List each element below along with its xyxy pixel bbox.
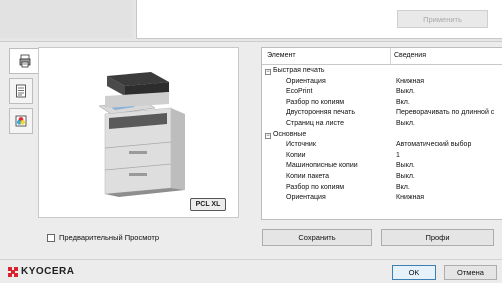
tab-strip: [9, 48, 39, 138]
settings-table[interactable]: Элемент Сведения − Быстрая печать Ориентац…: [261, 47, 502, 220]
setting-value: Выкл.: [396, 172, 415, 180]
printer-preview: [38, 47, 239, 218]
setting-value: 1: [396, 151, 400, 159]
table-row[interactable]: Ориентация Книжная: [262, 78, 502, 89]
group-row[interactable]: − Основные: [262, 131, 502, 142]
column-header-element[interactable]: Элемент: [267, 52, 296, 59]
cancel-button[interactable]: Отмена: [444, 265, 497, 280]
setting-value: Выкл.: [396, 119, 415, 127]
table-row[interactable]: Разбор по копиям Вкл.: [262, 184, 502, 195]
kyocera-logo: KYOCERA: [8, 266, 75, 277]
preview-checkbox-label: Предварительный Просмотр: [59, 233, 159, 242]
setting-name: Страниц на листе: [286, 119, 344, 127]
setting-name: Копии пакета: [286, 172, 330, 180]
group-row[interactable]: − Быстрая печать: [262, 67, 502, 78]
preview-checkbox-row[interactable]: Предварительный Просмотр: [47, 233, 159, 242]
setting-name: Машинописные копии: [286, 162, 358, 170]
multifunction-printer-image: [98, 72, 185, 197]
setting-value: Вкл.: [396, 98, 410, 106]
table-row[interactable]: Источник Автоматический выбор: [262, 141, 502, 152]
setting-name: Разбор по копиям: [286, 98, 345, 106]
top-separator: [0, 41, 502, 42]
setting-name: Ориентация: [286, 194, 326, 202]
table-row[interactable]: Разбор по копиям Вкл.: [262, 99, 502, 110]
table-row[interactable]: Страниц на листе Выкл.: [262, 120, 502, 131]
apply-button[interactable]: Применить: [397, 10, 488, 28]
column-divider[interactable]: [390, 48, 391, 64]
bottom-separator: [0, 259, 502, 260]
setting-value: Вкл.: [396, 183, 410, 191]
table-row[interactable]: Копии 1: [262, 152, 502, 163]
setting-value: Выкл.: [396, 162, 415, 170]
tab-printer-settings[interactable]: [9, 48, 39, 74]
document-list-icon: [16, 84, 26, 98]
tab-document-list[interactable]: [9, 78, 33, 104]
kyocera-logo-text: KYOCERA: [21, 266, 75, 277]
printer-settings-icon: [19, 54, 30, 68]
table-header: Элемент Сведения: [262, 48, 502, 65]
setting-value: Переворачивать по длинной с: [396, 109, 495, 117]
setting-name: Быстрая печать: [273, 67, 325, 74]
column-header-details[interactable]: Сведения: [394, 52, 426, 59]
table-body: − Быстрая печать Ориентация Книжная EcoPrint…: [262, 67, 502, 205]
kyocera-logo-icon: [8, 266, 18, 277]
setting-name: Двусторонняя печать: [286, 109, 355, 117]
setting-value: Выкл.: [396, 88, 415, 96]
setting-name: EcoPrint: [286, 88, 313, 96]
collapse-toggle-icon[interactable]: −: [265, 132, 271, 139]
setting-name: Копии: [286, 151, 306, 159]
collapse-toggle-icon[interactable]: −: [265, 69, 271, 75]
top-left-panel: [0, 0, 133, 38]
setting-value: Автоматический выбор: [396, 141, 472, 149]
save-button[interactable]: Сохранить: [262, 229, 372, 246]
setting-value: Книжная: [396, 194, 425, 202]
setting-value: Книжная: [396, 77, 425, 85]
preview-checkbox[interactable]: [47, 233, 55, 242]
table-row[interactable]: Двусторонняя печать Переворачивать по дли…: [262, 109, 502, 120]
setting-name: Источник: [286, 141, 316, 149]
profile-button[interactable]: Профи: [381, 229, 494, 246]
tab-color[interactable]: [9, 108, 33, 134]
table-row[interactable]: Ориентация Книжная: [262, 194, 502, 205]
table-row[interactable]: Машинописные копии Выкл.: [262, 162, 502, 173]
pdl-badge: PCL XL: [190, 198, 226, 211]
table-row[interactable]: EcoPrint Выкл.: [262, 88, 502, 99]
setting-name: Ориентация: [286, 77, 326, 85]
color-icon: [15, 115, 27, 127]
setting-name: Разбор по копиям: [286, 183, 345, 191]
ok-button[interactable]: OK: [392, 265, 436, 280]
setting-name: Основные: [273, 130, 307, 138]
table-row[interactable]: Копии пакета Выкл.: [262, 173, 502, 184]
